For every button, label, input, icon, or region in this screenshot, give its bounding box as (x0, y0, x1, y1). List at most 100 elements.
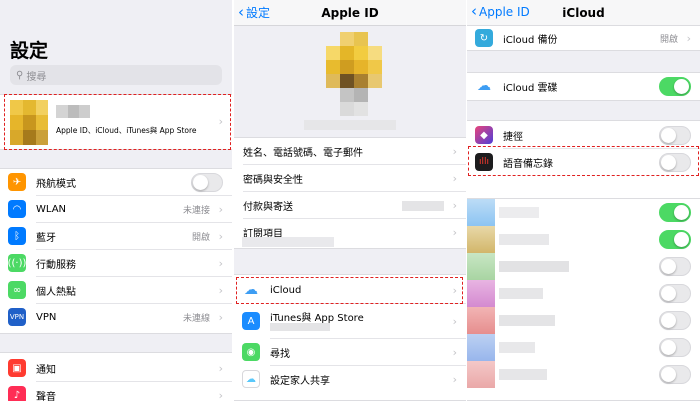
chevron-right-icon: › (452, 373, 457, 386)
icloud-item-shortcuts[interactable]: ◆ 捷徑 (467, 122, 700, 149)
settings-panel: 設定 ⚲ 搜尋 Apple ID、iCloud、iTunes與 App Stor… (0, 0, 232, 401)
chevron-right-icon: › (452, 315, 457, 328)
app-toggle[interactable] (659, 284, 691, 303)
chevron-right-icon: › (218, 203, 223, 216)
family-sharing-icon: ☁ (242, 370, 260, 388)
chevron-right-icon: › (218, 284, 223, 297)
icloud-drive-group: ☁ iCloud 雲碟 (467, 72, 700, 101)
profile-avatar[interactable] (326, 32, 382, 116)
icloud-backup-group: ↻ iCloud 備份 開啟 › (467, 25, 700, 51)
apple-id-item-label: 姓名、電話號碼、電子郵件 (243, 148, 363, 159)
nav-title: Apple ID (321, 6, 379, 20)
icloud-item-drive[interactable]: ☁ iCloud 雲碟 (467, 73, 700, 100)
highlight-box (236, 277, 463, 304)
wlan-status: 未連接 (182, 206, 210, 216)
wifi-icon: ◠ (8, 200, 26, 218)
settings-item-label: 藍牙 (36, 233, 56, 244)
hotspot-icon: ∞ (8, 281, 26, 299)
search-icon: ⚲ (16, 69, 24, 81)
chevron-right-icon: › (452, 346, 457, 359)
apple-id-item-password-security[interactable]: 密碼與安全性 › (234, 165, 466, 192)
app-name-blurred (499, 369, 547, 380)
settings-item-notifications[interactable]: ▣ 通知 › (0, 355, 232, 382)
airplane-icon: ✈ (8, 173, 26, 191)
settings-item-sounds[interactable]: ♪ 聲音 › (0, 382, 232, 401)
settings-item-vpn[interactable]: VPN VPN 未連線 › (0, 304, 232, 331)
icloud-item-label: 捷徑 (503, 132, 523, 143)
apple-id-panel: ‹ 設定 Apple ID 姓名、電話號碼、電子郵件 › 密碼與安全性 › 付款… (234, 0, 466, 401)
apple-id-item-label: 密碼與安全性 (243, 175, 303, 186)
app-name-blurred (499, 207, 539, 218)
nav-title: iCloud (562, 6, 605, 20)
blurred-app-row[interactable] (467, 226, 700, 253)
chevron-right-icon: › (218, 362, 223, 375)
chevron-right-icon: › (452, 145, 457, 158)
apple-id-item-itunes-app-store[interactable]: A iTunes與 App Store › (234, 304, 466, 339)
app-toggle[interactable] (659, 203, 691, 222)
settings-item-label: 行動服務 (36, 260, 76, 271)
settings-item-label: 聲音 (36, 392, 56, 401)
settings-item-hotspot[interactable]: ∞ 個人熱點 › (0, 277, 232, 304)
blurred-app-row[interactable] (467, 253, 700, 280)
app-toggle[interactable] (659, 257, 691, 276)
icloud-item-backup[interactable]: ↻ iCloud 備份 開啟 › (467, 25, 700, 52)
blurred-info (242, 237, 334, 247)
chevron-right-icon: › (452, 226, 457, 239)
blurred-app-row[interactable] (467, 361, 700, 388)
apple-id-item-label: iTunes與 App Store (270, 313, 364, 324)
blurred-app-row[interactable] (467, 334, 700, 361)
vpn-icon: VPN (8, 308, 26, 326)
settings-item-label: 個人熱點 (36, 287, 76, 298)
airplane-mode-toggle[interactable] (191, 173, 223, 192)
app-toggle[interactable] (659, 365, 691, 384)
search-placeholder: 搜尋 (26, 71, 47, 83)
chevron-right-icon: › (452, 172, 457, 185)
payment-value-blurred (402, 201, 444, 211)
shortcuts-toggle[interactable] (659, 126, 691, 145)
chevron-right-icon: › (218, 257, 223, 270)
notifications-icon: ▣ (8, 359, 26, 377)
blurred-app-row[interactable] (467, 280, 700, 307)
icloud-drive-toggle[interactable] (659, 77, 691, 96)
apple-id-item-name-phone-email[interactable]: 姓名、電話號碼、電子郵件 › (234, 138, 466, 165)
app-name-blurred (499, 342, 535, 353)
app-store-account-blurred (270, 323, 330, 331)
icloud-backup-icon: ↻ (475, 29, 493, 47)
app-toggle[interactable] (659, 230, 691, 249)
blurred-app-row[interactable] (467, 199, 700, 226)
app-icon-blurred (467, 307, 495, 334)
apple-id-item-family-sharing[interactable]: ☁ 設定家人共享 › (234, 366, 466, 393)
highlight-box (468, 146, 699, 176)
app-icon-blurred (467, 253, 495, 280)
settings-item-cellular[interactable]: ((·)) 行動服務 › (0, 250, 232, 277)
sounds-icon: ♪ (8, 386, 26, 401)
chevron-right-icon: › (452, 199, 457, 212)
navigation-bar: ‹ 設定 Apple ID (234, 0, 466, 26)
app-name-blurred (499, 234, 549, 245)
icloud-item-label: iCloud 雲碟 (503, 83, 558, 94)
settings-item-label: WLAN (36, 204, 67, 215)
blurred-app-row[interactable] (467, 307, 700, 334)
settings-item-bluetooth[interactable]: ᛒ 藍牙 開啟 › (0, 223, 232, 250)
apple-id-item-label: 設定家人共享 (270, 376, 330, 387)
settings-item-wlan[interactable]: ◠ WLAN 未連接 › (0, 196, 232, 223)
app-toggle[interactable] (659, 311, 691, 330)
profile-email-blurred (304, 120, 396, 130)
app-toggle[interactable] (659, 338, 691, 357)
settings-item-airplane-mode[interactable]: ✈ 飛航模式 (0, 169, 232, 196)
navigation-bar: ‹ Apple ID iCloud (467, 0, 700, 26)
settings-item-label: VPN (36, 312, 57, 323)
apple-id-account-group: 姓名、電話號碼、電子郵件 › 密碼與安全性 › 付款與寄送 › 訂閱項目 › (234, 137, 466, 249)
settings-network-group: ✈ 飛航模式 ◠ WLAN 未連接 › ᛒ 藍牙 開啟 › ((·)) 行動服務… (0, 168, 232, 334)
app-icon-blurred (467, 226, 495, 253)
app-name-blurred (499, 261, 569, 272)
apple-id-item-payment-shipping[interactable]: 付款與寄送 › (234, 192, 466, 219)
app-icon-blurred (467, 199, 495, 226)
app-icon-blurred (467, 280, 495, 307)
app-icon-blurred (467, 334, 495, 361)
find-my-icon: ◉ (242, 343, 260, 361)
icloud-backup-status: 開啟 (659, 35, 678, 45)
search-input[interactable]: ⚲ 搜尋 (10, 65, 222, 85)
vpn-status: 未連線 (182, 314, 210, 324)
apple-id-item-find-my[interactable]: ◉ 尋找 › (234, 339, 466, 366)
